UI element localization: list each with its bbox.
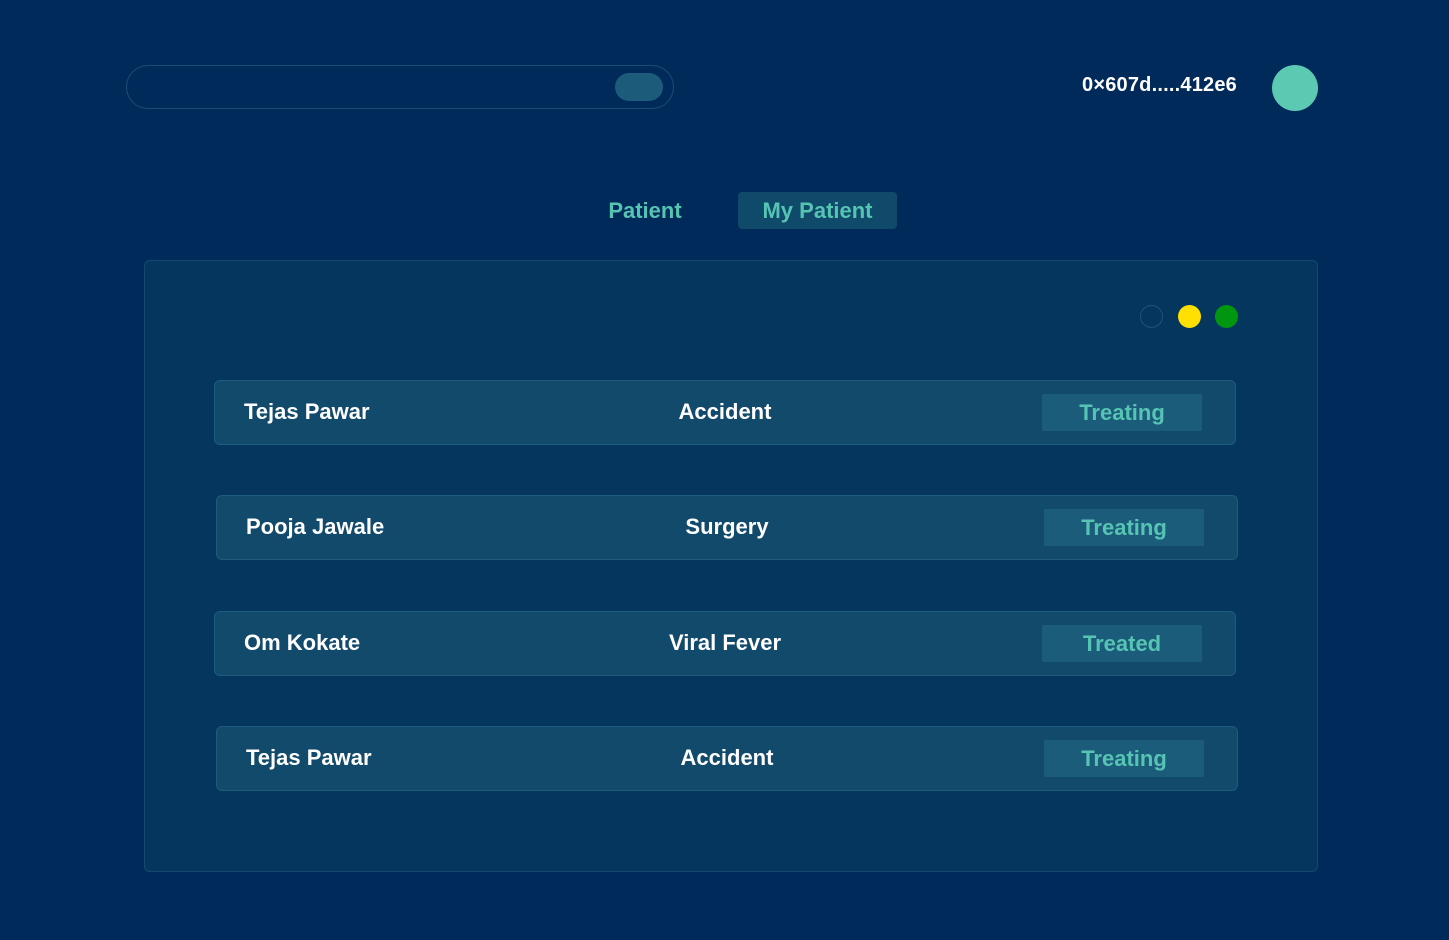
tab-patient[interactable]: Patient xyxy=(590,192,700,229)
patient-list-panel: Tejas Pawar Accident Treating Pooja Jawa… xyxy=(144,260,1318,872)
patient-row[interactable]: Tejas Pawar Accident Treating xyxy=(214,380,1236,445)
patient-name: Tejas Pawar xyxy=(244,399,370,424)
patient-row[interactable]: Tejas Pawar Accident Treating xyxy=(216,726,1238,791)
wallet-address: 0×607d.....412e6 xyxy=(1082,74,1237,96)
search-bar[interactable] xyxy=(126,65,674,109)
patient-condition: Viral Fever xyxy=(668,630,782,655)
status-button[interactable]: Treated xyxy=(1042,625,1202,662)
status-button[interactable]: Treating xyxy=(1044,509,1204,546)
status-button[interactable]: Treating xyxy=(1042,394,1202,431)
status-filter-yellow[interactable] xyxy=(1178,305,1201,328)
tab-my-patient[interactable]: My Patient xyxy=(738,192,897,229)
patient-row[interactable]: Pooja Jawale Surgery Treating xyxy=(216,495,1238,560)
patient-name: Pooja Jawale xyxy=(246,514,385,539)
patient-condition: Accident xyxy=(680,745,774,770)
status-filter-empty[interactable] xyxy=(1140,305,1163,328)
patient-name: Om Kokate xyxy=(244,630,361,655)
search-button[interactable] xyxy=(615,73,663,101)
patient-row[interactable]: Om Kokate Viral Fever Treated xyxy=(214,611,1236,676)
status-filter-green[interactable] xyxy=(1215,305,1238,328)
avatar[interactable] xyxy=(1272,65,1318,111)
patient-condition: Accident xyxy=(678,399,772,424)
patient-condition: Surgery xyxy=(685,514,769,539)
patient-name: Tejas Pawar xyxy=(246,745,372,770)
status-button[interactable]: Treating xyxy=(1044,740,1204,777)
